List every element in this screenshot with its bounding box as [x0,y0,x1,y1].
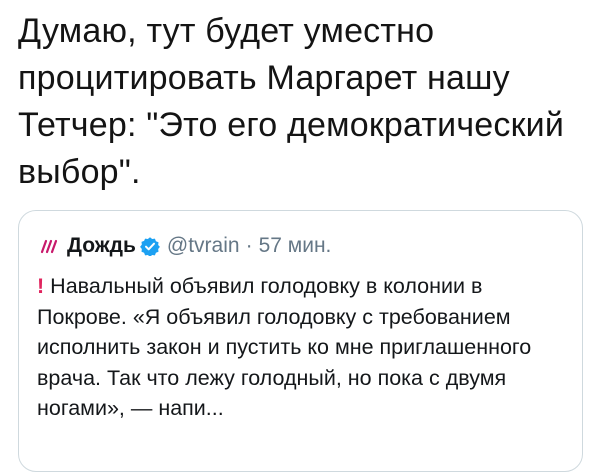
quoted-tweet-text: Навальный объявил голодовку в колонии в … [37,274,532,420]
quoted-author-handle[interactable]: @tvrain [167,234,240,258]
quoted-tweet-card[interactable]: Дождь @tvrain · 57 мин. ! Навальный объяв… [18,210,583,472]
tvrain-logo-icon[interactable] [37,236,59,256]
verified-badge-icon [139,237,160,256]
separator-dot: · [245,234,253,257]
quoted-author-name[interactable]: Дождь [67,234,136,258]
quoted-tweet-body: ! Навальный объявил голодовку в колонии в… [37,271,572,424]
quoted-tweet-timestamp[interactable]: 57 мин. [259,234,332,258]
quoted-tweet-header: Дождь @tvrain · 57 мин. [37,231,331,261]
tweet-text: Думаю, тут будет уместно процитировать М… [18,12,565,191]
exclamation-icon: ! [37,274,45,298]
